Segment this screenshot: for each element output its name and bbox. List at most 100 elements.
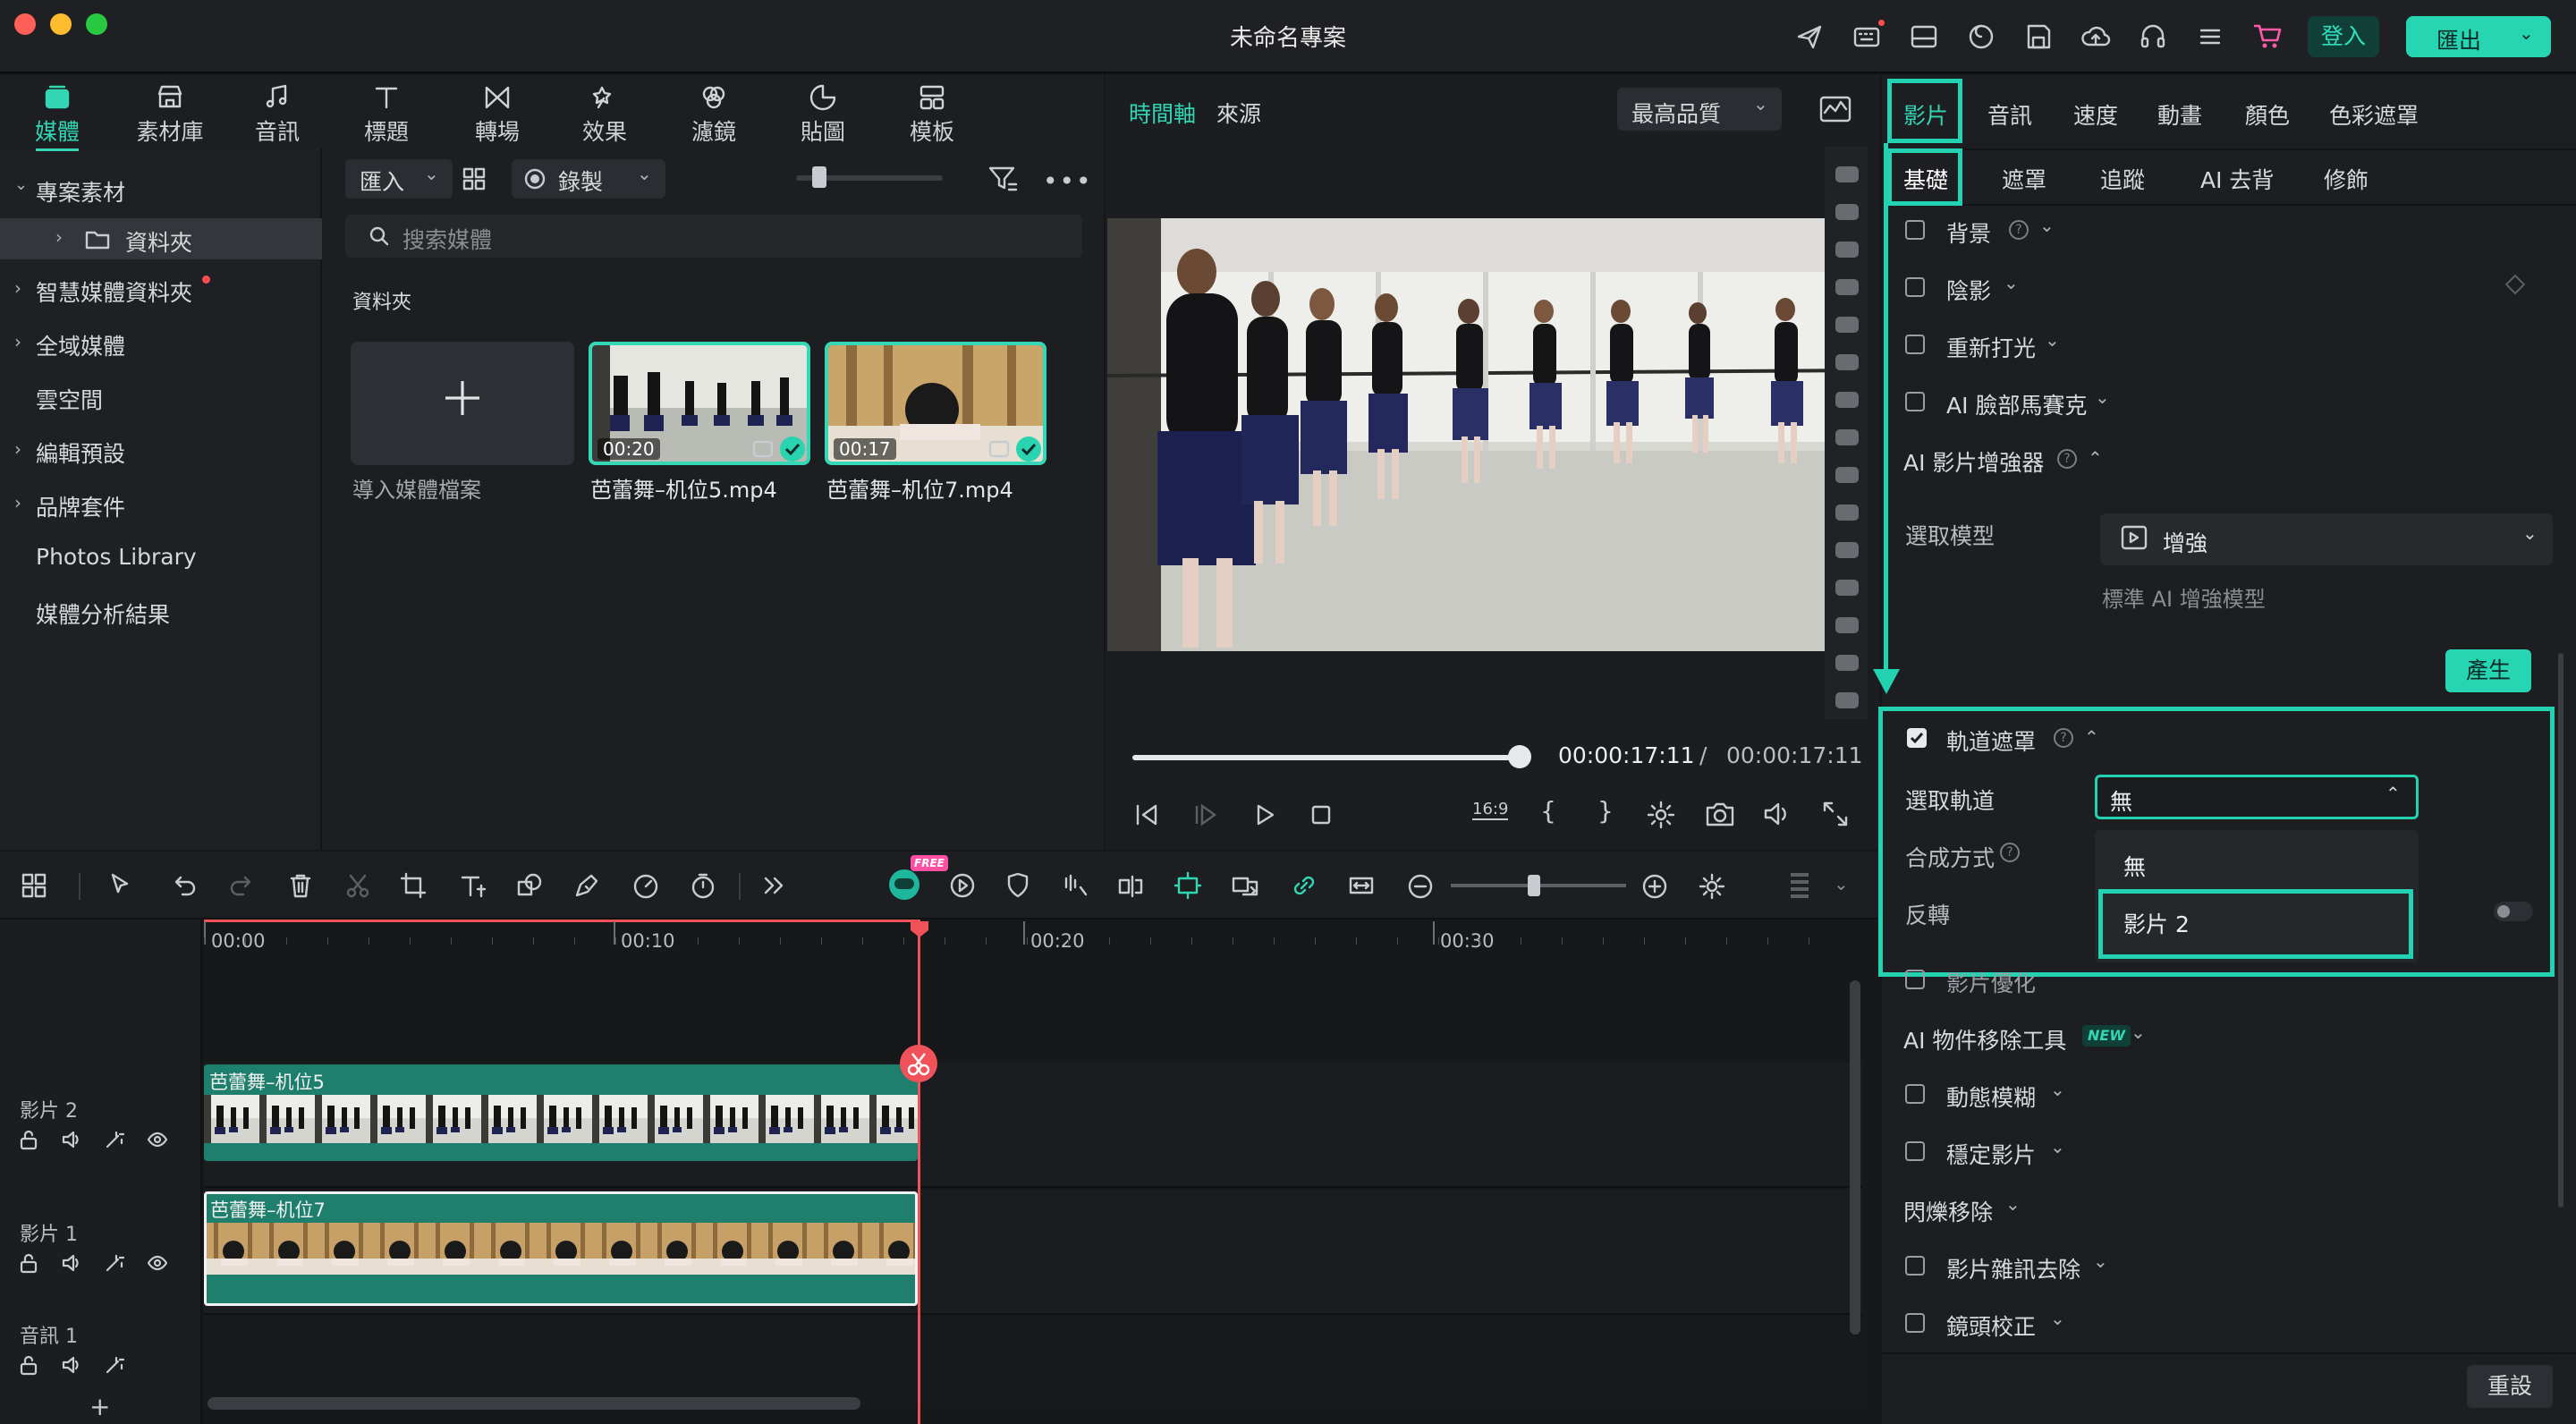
subtab-3[interactable]: AI 去背 [2200,163,2274,195]
select-track-dropdown[interactable]: 無 ⌃ [2095,775,2419,819]
timeline-settings-icon[interactable] [1698,872,1726,901]
auto-reframe-icon[interactable] [1174,871,1202,900]
playhead-handle[interactable] [909,920,930,939]
prev-frame-icon[interactable] [1132,801,1161,828]
import-dropdown[interactable]: 匯入 ⌄ [345,159,453,199]
invert-toggle[interactable] [2494,902,2533,921]
help-icon[interactable]: ? [2054,728,2073,748]
magic-icon[interactable] [104,1354,125,1376]
crop-icon[interactable] [399,871,428,900]
volume-icon[interactable] [61,1354,82,1376]
subtab-1[interactable]: 遮罩 [2002,163,2046,195]
ai-face-mosaic-checkbox[interactable] [1905,392,1925,411]
sidebar-item-smart-media[interactable]: 智慧媒體資料夾 [36,275,192,308]
play-icon[interactable] [1250,801,1279,828]
track-matte-checkbox[interactable] [1907,728,1927,748]
tab-0[interactable]: 影片 [1903,98,1948,131]
link-icon[interactable] [1290,871,1318,900]
relight-checkbox[interactable] [1905,335,1925,354]
mark-in-icon[interactable]: { [1540,796,1556,826]
chevron-down-icon[interactable]: ⌄ [2050,1136,2065,1157]
help-icon[interactable]: ? [2009,220,2029,240]
playhead-line[interactable] [918,920,920,1424]
nav-button-store[interactable]: 素材庫 [125,79,215,148]
nav-button-transition[interactable]: 轉場 [453,79,542,148]
chevron-down-icon[interactable]: ⌄ [2005,1193,2021,1215]
timer-icon[interactable] [689,871,717,900]
video-optimize-checkbox[interactable] [1905,970,1925,989]
nav-button-effect[interactable]: 效果 [560,79,649,148]
cart-icon[interactable] [2250,20,2284,52]
keyboard-icon[interactable] [1852,20,1885,52]
subtab-2[interactable]: 追蹤 [2100,163,2145,195]
snapshot-icon[interactable] [1705,800,1735,828]
menu-icon[interactable] [2195,21,2225,52]
filter-icon[interactable] [987,165,1018,193]
shape-icon[interactable] [515,871,544,900]
fit-width-icon[interactable] [1347,871,1376,900]
stabilize-checkbox[interactable] [1905,1141,1925,1161]
sidebar-item-photos-library[interactable]: Photos Library [36,544,197,570]
model-dropdown[interactable]: 增強 ⌄ [2100,513,2553,565]
volume-icon[interactable] [61,1252,82,1274]
subtab-0[interactable]: 基礎 [1903,163,1948,195]
zoom-slider-handle[interactable] [1528,875,1540,896]
slider-handle[interactable] [812,166,826,188]
select-pointer-icon[interactable] [107,871,136,900]
record-dropdown[interactable]: 錄製 ⌄ [512,159,665,199]
chevron-down-icon[interactable]: ⌄ [2050,1079,2065,1100]
more-options-icon[interactable]: ••• [1043,166,1093,196]
login-button[interactable]: 登入 [2308,16,2379,57]
aspect-ratio-button[interactable]: 16:9 [1472,800,1509,820]
nav-button-sticker[interactable]: 貼圖 [778,79,868,148]
ai-audio-icon[interactable] [1061,871,1089,900]
chevron-down-icon[interactable]: ⌄ [2095,386,2110,408]
sidebar-item-cloud[interactable]: 雲空間 [36,383,103,415]
nav-button-filter[interactable]: 濾鏡 [669,79,758,148]
chevron-up-icon[interactable]: ⌃ [2084,726,2099,748]
replace-icon[interactable] [1231,871,1259,900]
tab-5[interactable]: 色彩遮罩 [2329,98,2419,131]
grid-view-icon[interactable] [462,166,487,191]
add-track-icon[interactable]: + [89,1392,110,1421]
close-window-button[interactable] [14,13,36,35]
search-field[interactable]: 搜索媒體 [345,215,1082,258]
speed-ramp-icon[interactable] [948,871,977,900]
settings-icon[interactable] [1646,800,1676,830]
nav-button-media[interactable]: 媒體 [13,79,102,151]
nav-button-template[interactable]: 模板 [887,79,977,148]
drag-handle-icon[interactable] [1789,869,1810,905]
cloud-upload-icon[interactable] [2080,21,2111,52]
media-thumbnail-1[interactable]: 00:20 [589,342,810,465]
import-media-tile[interactable] [351,342,574,465]
redo-icon[interactable] [227,871,256,900]
tab-4[interactable]: 顏色 [2245,98,2290,131]
play-reverse-icon[interactable] [1191,801,1220,828]
chevron-down-icon[interactable]: ⌄ [2050,1308,2065,1329]
dropdown-option-none[interactable]: 無 [2123,850,2146,882]
split-view-icon[interactable] [1116,871,1145,900]
help-icon[interactable]: ? [2057,449,2077,469]
volume-icon[interactable] [1762,800,1792,828]
shield-mask-icon[interactable] [1004,871,1032,900]
tab-2[interactable]: 速度 [2073,98,2118,131]
waveform-icon[interactable] [1819,95,1852,123]
lock-icon[interactable] [18,1252,39,1274]
sidebar-item-global-media[interactable]: 全域媒體 [36,329,125,361]
denoise-checkbox[interactable] [1905,1256,1925,1276]
help-icon[interactable]: ? [2000,843,2020,862]
more-icon[interactable] [760,871,789,900]
chevron-down-icon[interactable]: ⌄ [2045,329,2060,351]
sidebar-item-project-media[interactable]: 專案素材 [36,175,125,208]
pen-icon[interactable] [572,871,601,900]
sidebar-item-media-analysis[interactable]: 媒體分析結果 [36,598,170,630]
reset-button[interactable]: 重設 [2467,1365,2553,1408]
timeline-vertical-scrollbar[interactable] [1850,980,1860,1335]
chevron-down-icon[interactable]: ⌄ [2093,1250,2108,1272]
properties-scrollbar[interactable] [2558,653,2563,1208]
shadow-checkbox[interactable] [1905,277,1925,297]
tab-source[interactable]: 來源 [1216,97,1261,129]
lens-correction-checkbox[interactable] [1905,1313,1925,1333]
sidebar-item-brand-kit[interactable]: 品牌套件 [36,490,125,522]
undo-icon[interactable] [170,871,199,900]
